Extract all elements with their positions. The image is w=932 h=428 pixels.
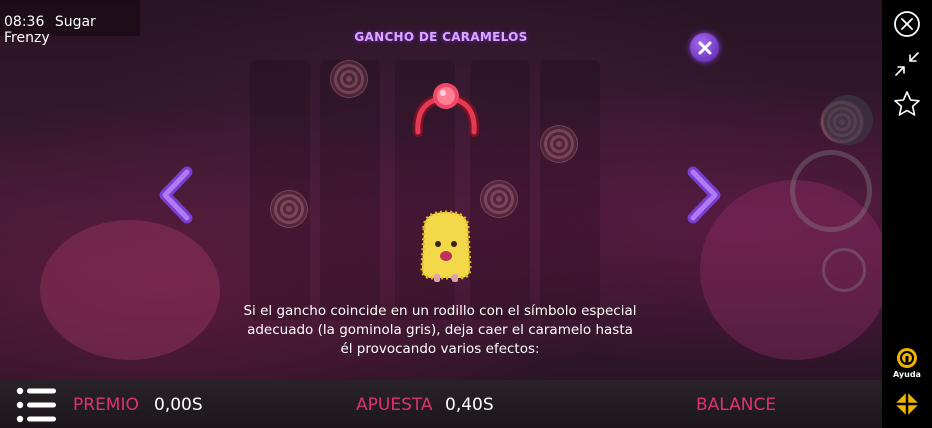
help-button[interactable] <box>882 346 932 370</box>
spin-button <box>790 150 872 232</box>
lollipop-symbol <box>270 190 308 228</box>
logo-icon <box>895 392 919 416</box>
bet-label: APUESTA <box>356 395 433 415</box>
clock-time: 08:36 <box>4 14 45 30</box>
favorite-button[interactable] <box>882 88 932 120</box>
close-popup-button[interactable] <box>690 33 719 62</box>
close-circle-icon <box>894 11 920 37</box>
minimize-button[interactable] <box>882 50 932 78</box>
popup-description: Si el gancho coincide en un rodillo con … <box>190 302 690 359</box>
lollipop-symbol <box>540 125 578 163</box>
bottom-bar: PREMIO 0,00S APUESTA 0,40S BALANCE <box>0 380 882 428</box>
bet-value[interactable]: 0,40S <box>445 395 494 415</box>
reel-column <box>250 60 310 320</box>
lollipop-symbol <box>330 60 368 98</box>
status-bar: 08:36 Sugar Frenzy <box>0 0 140 46</box>
prize-value: 0,00S <box>154 395 203 415</box>
reel-column <box>540 60 600 320</box>
menu-button[interactable] <box>16 386 58 424</box>
autoplay-button <box>822 248 866 292</box>
description-line: adecuado (la gominola gris), deja caer e… <box>247 322 633 338</box>
side-panel: Ayuda <box>882 0 932 428</box>
arrow-left-icon[interactable] <box>157 166 197 224</box>
lollipop-symbol <box>480 180 518 218</box>
arrow-right-icon[interactable] <box>683 166 723 224</box>
gummy-candy-icon <box>420 210 472 282</box>
candy-hook-icon <box>412 83 480 137</box>
brand-logo <box>882 390 932 418</box>
close-popup-icon <box>698 41 711 54</box>
help-icon <box>897 348 917 368</box>
coins-button <box>823 95 873 145</box>
balance-label: BALANCE <box>696 395 777 415</box>
prize-label: PREMIO <box>73 395 139 415</box>
description-line: Si el gancho coincide en un rodillo con … <box>243 303 637 319</box>
description-line: él provocando varios efectos: <box>340 341 540 357</box>
game-area: GANCHO DE CARAMELOS Si el gancho coincid… <box>0 0 882 380</box>
reel-column <box>320 60 380 320</box>
star-icon <box>894 91 920 116</box>
minimize-icon <box>895 52 919 76</box>
exit-button[interactable] <box>882 10 932 38</box>
hamburger-menu-icon <box>16 387 56 423</box>
help-label: Ayuda <box>893 370 921 379</box>
